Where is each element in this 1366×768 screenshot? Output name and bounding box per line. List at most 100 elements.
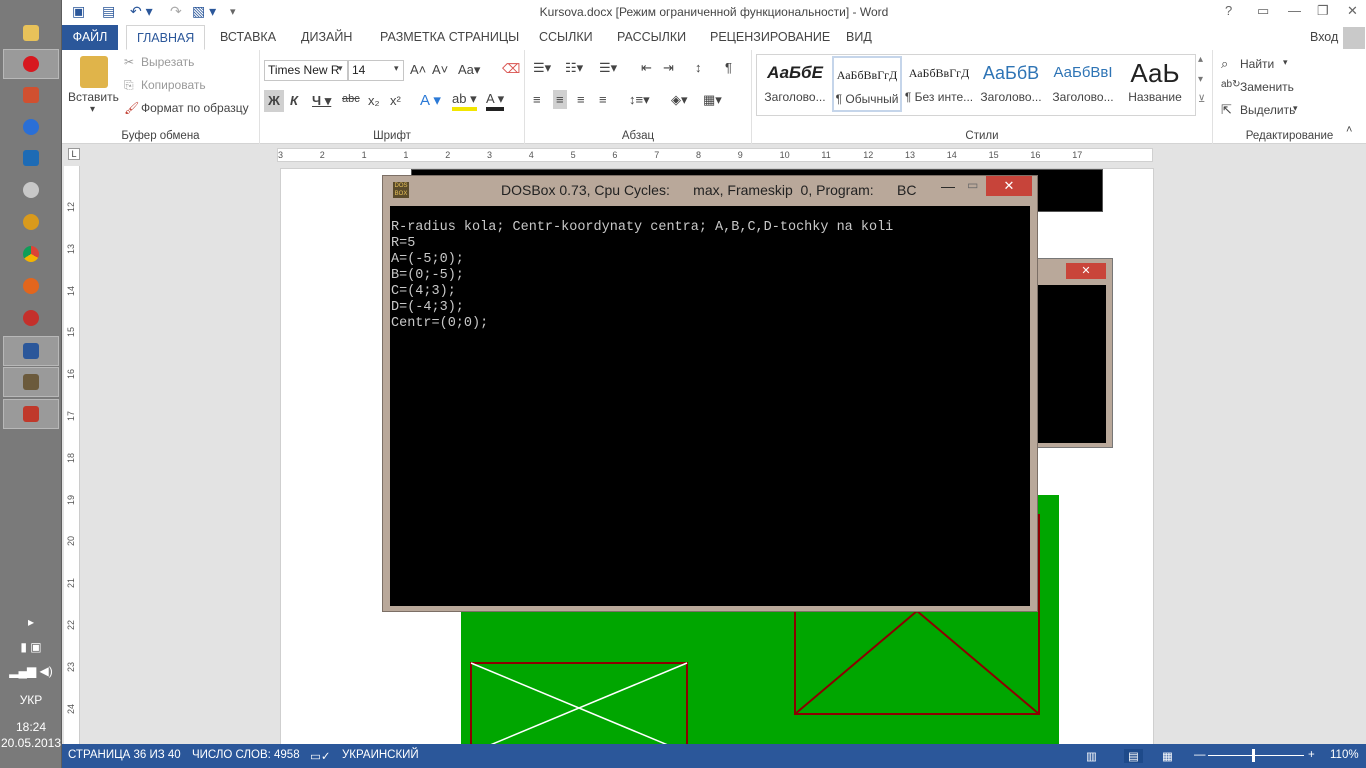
close-icon[interactable]: ✕ [986,176,1032,196]
tray-chevron-icon[interactable]: ▸ [0,615,62,629]
tab-design[interactable]: ДИЗАЙН [291,25,362,50]
taskbar-app-7[interactable] [3,303,59,333]
style-heading-2[interactable]: АаБбВ Заголово... [976,56,1046,112]
numbering-icon[interactable]: ☷▾ [565,60,583,76]
multilevel-list-icon[interactable]: ☰▾ [599,60,617,76]
paste-button[interactable]: Вставить [68,90,119,104]
tab-review[interactable]: РЕЦЕНЗИРОВАНИЕ [700,25,840,50]
copy-button[interactable]: Копировать [141,78,206,92]
print-layout-icon[interactable]: ▤ [1124,749,1143,763]
language-indicator[interactable]: УКРАИНСКИЙ [342,749,419,761]
web-layout-icon[interactable]: ▦ [1162,749,1173,763]
grow-font-icon[interactable]: A˄ [410,62,426,77]
align-left-icon[interactable]: ≡ [533,92,541,107]
zoom-in-icon[interactable]: + [1308,749,1315,761]
subscript-icon[interactable]: x₂ [368,93,380,108]
page-counter[interactable]: СТРАНИЦА 36 ИЗ 40 [68,749,181,761]
highlight-icon[interactable]: ab ▾ [452,91,477,111]
show-marks-icon[interactable]: ¶ [725,60,732,75]
increase-indent-icon[interactable]: ⇥ [663,60,674,76]
tab-home[interactable]: ГЛАВНАЯ [126,25,206,50]
tab-file[interactable]: ФАЙЛ [62,25,118,50]
tray-language[interactable]: УКР [0,693,62,707]
bullets-icon[interactable]: ☰▾ [533,60,551,76]
line-spacing-icon[interactable]: ↕≡▾ [629,92,650,108]
zoom-slider[interactable] [1208,755,1304,756]
superscript-icon[interactable]: x² [390,93,401,108]
tray-time[interactable]: 18:24 [0,720,62,734]
taskbar-app-1[interactable] [3,80,59,110]
tab-selector[interactable]: L [68,148,80,160]
style-title[interactable]: АаЬ Название [1120,56,1190,112]
zoom-out-icon[interactable]: — [1194,749,1206,761]
cut-button[interactable]: Вырезать [141,55,194,69]
sort-icon[interactable]: ↕ [695,60,702,75]
tab-references[interactable]: ССЫЛКИ [529,25,603,50]
signin-link[interactable]: Вход [1300,25,1348,50]
format-painter-button[interactable]: Формат по образцу [141,101,249,115]
taskbar-app-2[interactable] [3,112,59,142]
change-case-icon[interactable]: Aa▾ [458,62,480,78]
decrease-indent-icon[interactable]: ⇤ [641,60,652,76]
strikethrough-icon[interactable]: abc [342,93,360,105]
justify-icon[interactable]: ≡ [599,92,607,107]
taskbar-app-dosbox[interactable] [3,367,59,397]
help-icon[interactable]: ? [1225,3,1232,18]
tab-mailings[interactable]: РАССЫЛКИ [607,25,696,50]
shading-icon[interactable]: ◈▾ [671,92,688,108]
replace-button[interactable]: Заменить [1240,80,1294,94]
user-avatar[interactable] [1343,27,1365,49]
style-normal[interactable]: АаБбВвГгД ¶ Обычный [832,56,902,112]
taskbar-app-6[interactable] [3,271,59,301]
tray-icons[interactable]: ▮ ▣ [0,640,62,654]
word-count[interactable]: ЧИСЛО СЛОВ: 4958 [192,749,300,761]
minimize-icon[interactable]: — [1288,3,1301,18]
maximize-icon[interactable]: ▭ [967,178,978,192]
paste-dropdown-icon[interactable]: ▾ [90,104,95,115]
taskbar-app-4[interactable] [3,175,59,205]
dosbox-screen[interactable]: R-radius kola; Centr-koordynaty centra; … [390,206,1030,606]
taskbar-app-chrome[interactable] [3,239,59,269]
align-right-icon[interactable]: ≡ [577,92,585,107]
ribbon-display-icon[interactable]: ▭ [1257,3,1269,19]
format-painter-icon[interactable]: 🖌 [124,101,139,115]
cut-icon[interactable]: ✂ [124,55,134,69]
paste-icon[interactable] [80,56,108,88]
tab-page-layout[interactable]: РАЗМЕТКА СТРАНИЦЫ [370,25,529,50]
styles-scroll-down-icon[interactable]: ▾ [1198,74,1203,85]
taskbar-app-bc[interactable] [3,399,59,429]
read-mode-icon[interactable]: ▥ [1086,749,1097,763]
select-button[interactable]: Выделить [1240,103,1295,117]
align-center-icon[interactable]: ≡ [553,90,567,109]
find-button[interactable]: Найти [1240,57,1274,71]
taskbar-app-3[interactable] [3,143,59,173]
tray-network-volume-icon[interactable]: ▂▄▆ ◀) [0,664,62,678]
borders-icon[interactable]: ▦▾ [703,92,722,108]
style-heading-3[interactable]: АаБбВвІ Заголово... [1048,56,1118,112]
restore-icon[interactable]: ❐ [1317,3,1329,19]
bold-icon[interactable]: Ж [264,90,284,112]
taskbar-app-word[interactable] [3,336,59,366]
tab-insert[interactable]: ВСТАВКА [210,25,286,50]
styles-more-icon[interactable]: ⊻ [1198,94,1205,105]
taskbar-app-5[interactable] [3,207,59,237]
font-name-select[interactable]: Times New R [264,60,348,81]
style-no-spacing[interactable]: АаБбВвГгД ¶ Без инте... [904,56,974,112]
minimize-icon[interactable]: — [941,178,955,194]
shrink-font-icon[interactable]: A˅ [432,62,448,77]
taskbar-app-folder[interactable] [3,18,59,48]
taskbar-app-opera[interactable] [3,49,59,79]
font-color-icon[interactable]: A ▾ [486,91,505,111]
zoom-level[interactable]: 110% [1330,749,1359,761]
collapse-ribbon-icon[interactable]: ˄ [1346,124,1352,136]
underline-icon[interactable]: Ч ▾ [312,93,331,109]
italic-icon[interactable]: К [290,93,298,108]
tray-date[interactable]: 20.05.2013 [0,736,62,750]
copy-icon[interactable]: ⎘ [124,78,134,93]
zoom-slider-thumb[interactable] [1252,749,1255,762]
tab-view[interactable]: ВИД [836,25,882,50]
close-icon[interactable]: ✕ [1347,3,1358,19]
style-heading-1[interactable]: АаБбЕ Заголово... [760,56,830,112]
clear-format-icon[interactable]: ⌫ [502,61,520,77]
styles-scroll-up-icon[interactable]: ▴ [1198,54,1203,65]
